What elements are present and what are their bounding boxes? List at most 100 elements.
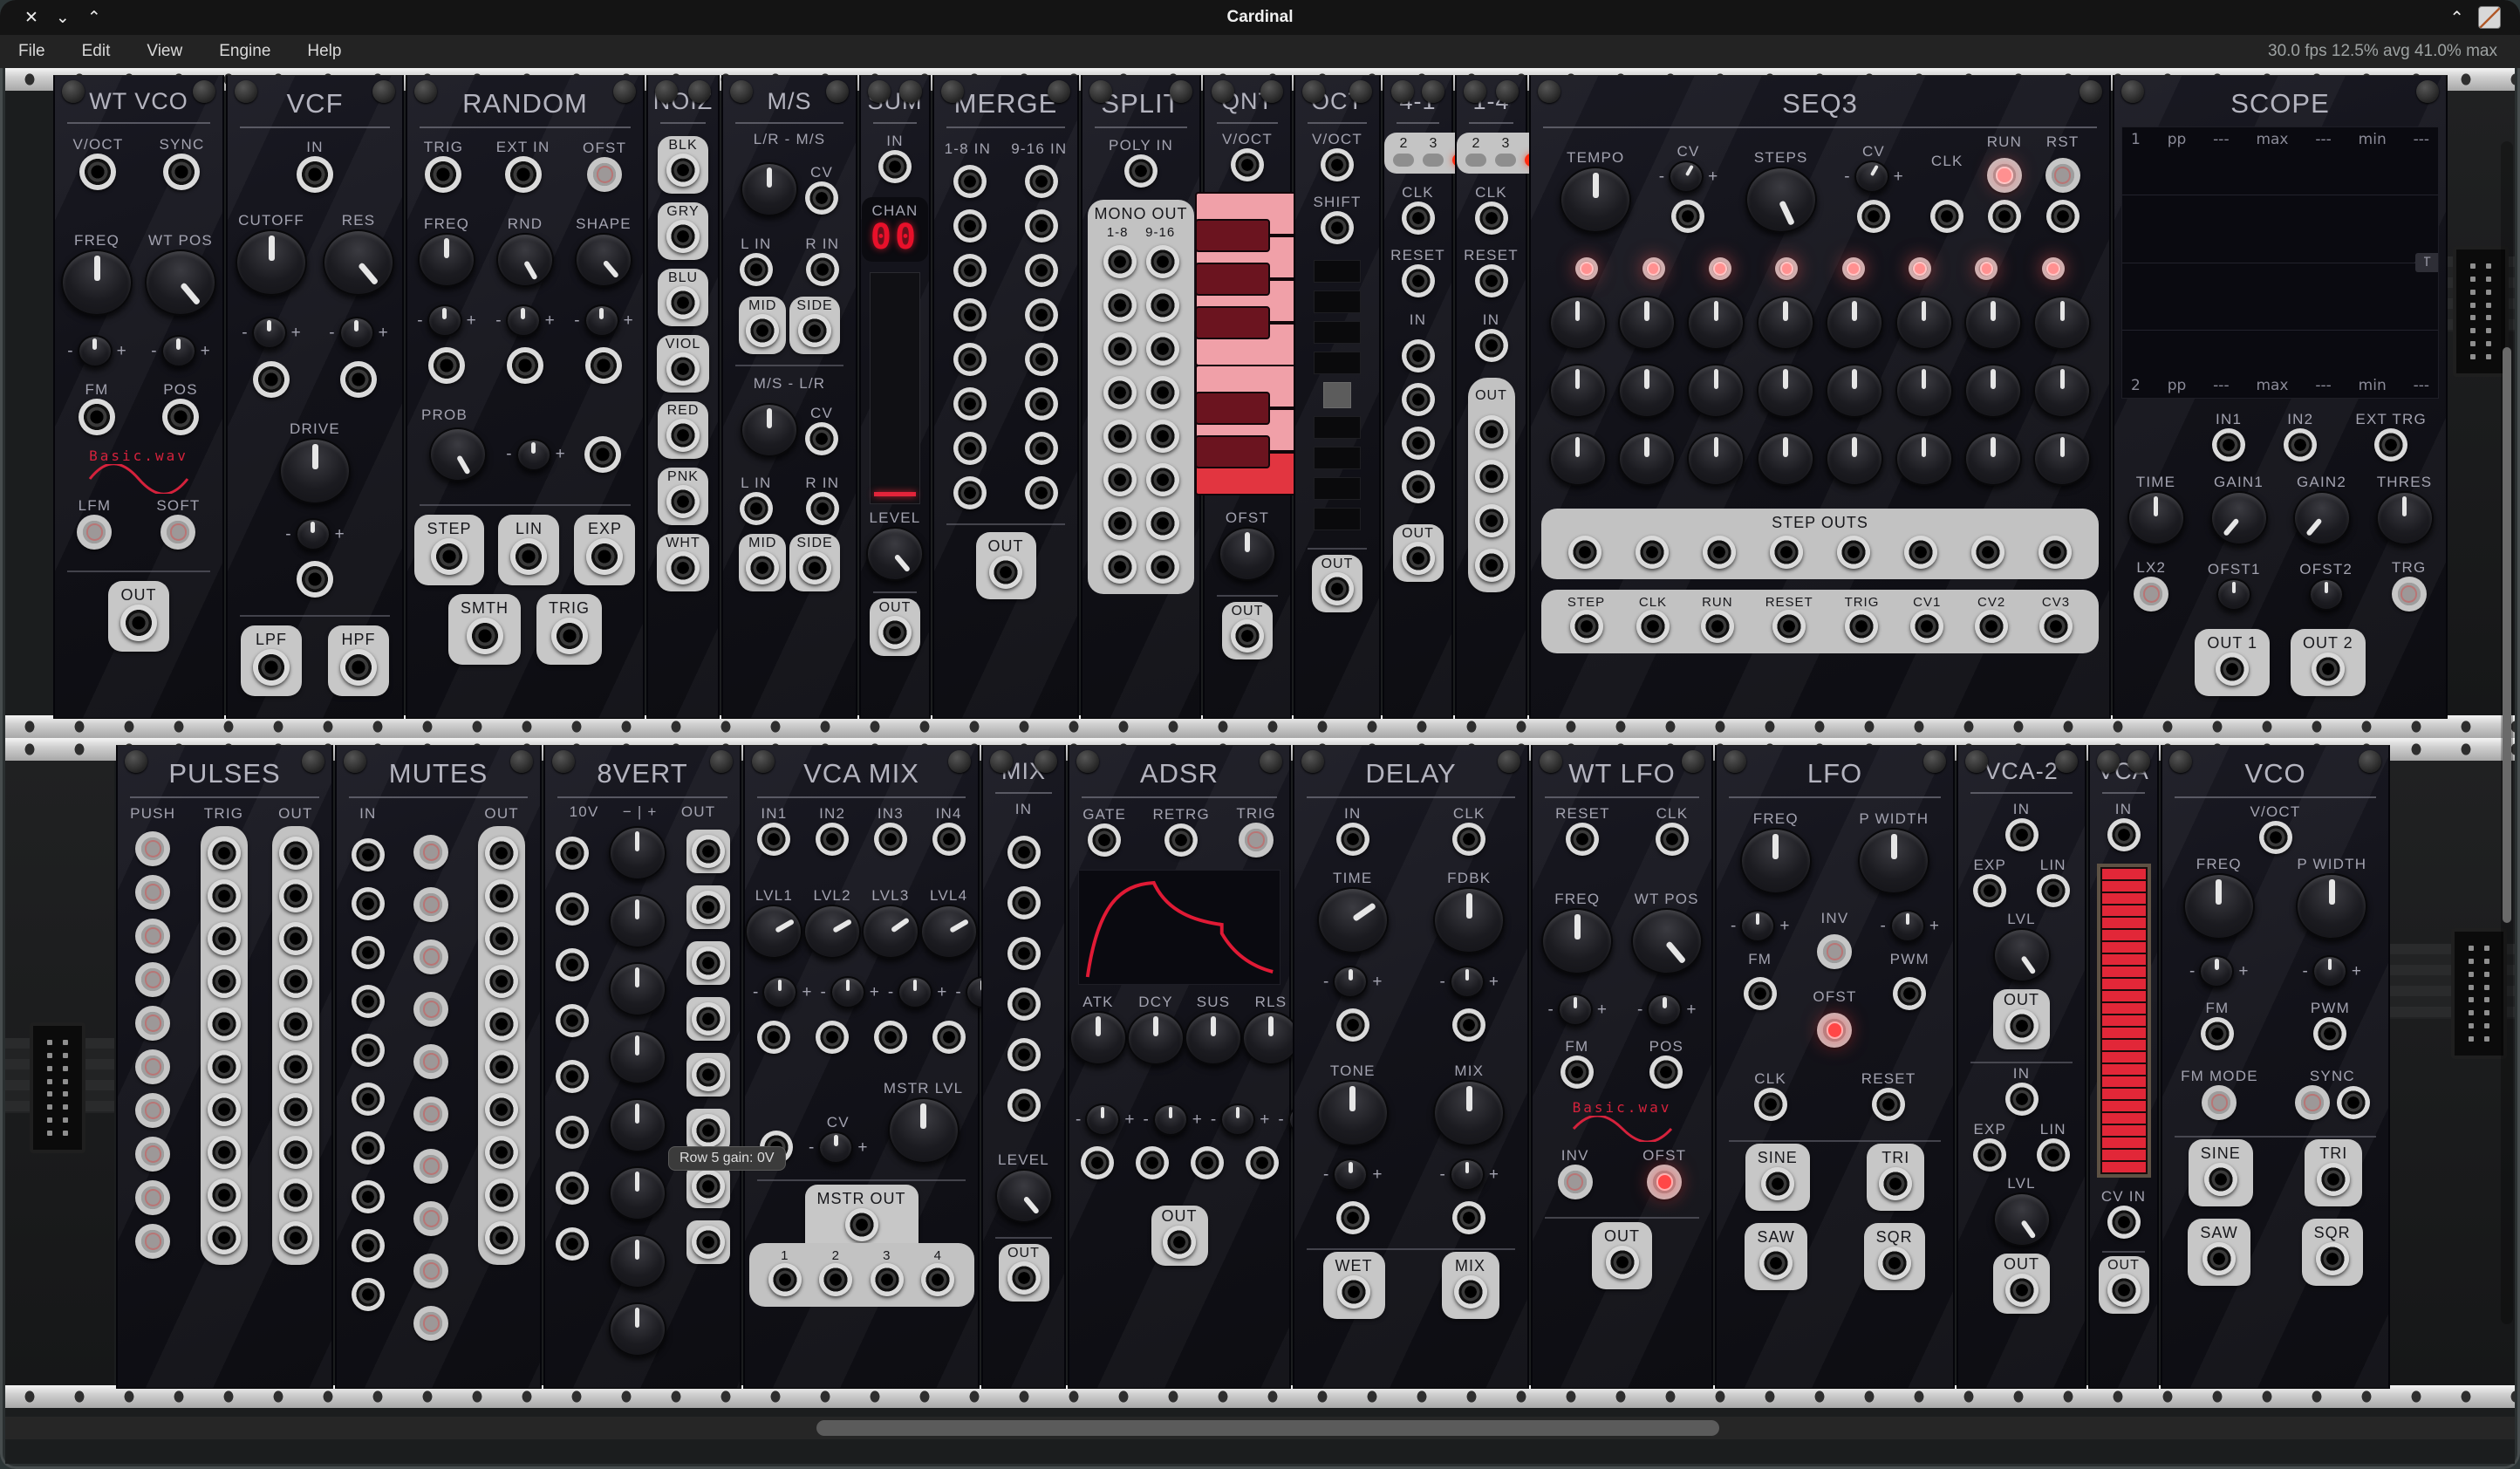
step-led-8[interactable] (2042, 257, 2065, 280)
rnd-knob[interactable] (496, 233, 554, 287)
clk-port[interactable] (1402, 202, 1435, 235)
rst-button[interactable] (2045, 158, 2080, 193)
voct-input-port[interactable] (79, 154, 116, 190)
led-2[interactable] (1393, 154, 1414, 167)
module-vca-mix[interactable]: VCA MIX IN1 IN2 IN3 IN4 LVL1 LVL2 LVL3 L… (743, 745, 980, 1389)
cutoff-cv-port[interactable] (253, 361, 290, 398)
merge-in-port[interactable] (1025, 254, 1058, 287)
fdbk-attenuverter[interactable] (1450, 966, 1485, 998)
shape-knob[interactable] (575, 233, 632, 287)
vert-out-port[interactable] (692, 1002, 725, 1035)
mute-out-port[interactable] (485, 965, 518, 998)
menu-view[interactable]: View (128, 42, 201, 61)
cv1-step-knob[interactable] (1757, 296, 1814, 350)
wtpos-knob[interactable] (1631, 908, 1703, 974)
mute-out-port[interactable] (485, 1136, 518, 1169)
cv3-step-knob[interactable] (1687, 432, 1745, 486)
steps-cv-attenuverter[interactable] (1854, 161, 1889, 193)
thres-knob[interactable] (2376, 491, 2434, 545)
split-out-port[interactable] (1103, 245, 1137, 278)
cv1-port[interactable] (757, 1021, 790, 1054)
red-out-port[interactable] (666, 419, 700, 452)
lvl3-attenuverter[interactable] (898, 976, 932, 1008)
tempo-cv-attenuverter[interactable] (1669, 161, 1704, 193)
reset-port[interactable] (1402, 264, 1435, 297)
step-led-7[interactable] (1975, 257, 1998, 280)
vca-level-meter[interactable] (2097, 864, 2151, 1178)
mute-in-port[interactable] (352, 1131, 385, 1165)
vert-in-port[interactable] (556, 837, 589, 870)
blu-out-port[interactable] (666, 286, 700, 319)
lpf-out-port[interactable] (253, 649, 290, 686)
step-out-port[interactable] (431, 538, 468, 575)
tone-cv-port[interactable] (1336, 1201, 1369, 1234)
rst-port[interactable] (2046, 200, 2080, 233)
exp-port-a[interactable] (1973, 874, 2006, 907)
split-out-port[interactable] (1146, 289, 1179, 322)
cv2-step-knob[interactable] (1757, 364, 1814, 418)
trg-button[interactable] (2392, 577, 2427, 612)
tone-attenuverter[interactable] (1333, 1158, 1368, 1191)
ofst2-knob[interactable] (2309, 578, 2344, 611)
in-port-2[interactable] (1402, 383, 1435, 416)
cutoff-knob[interactable] (236, 229, 307, 296)
vert-gain-knob[interactable] (609, 1098, 666, 1152)
dcy-knob[interactable] (1127, 1011, 1185, 1065)
split-out-port[interactable] (1103, 550, 1137, 584)
vert-in-port[interactable] (556, 1227, 589, 1261)
split-out-port[interactable] (1146, 463, 1179, 496)
step-out-port[interactable] (1770, 536, 1803, 569)
shape-cv-port[interactable] (585, 347, 622, 384)
vert-out-port[interactable] (692, 1114, 725, 1147)
cv2-out-port[interactable] (1975, 610, 2008, 643)
cv2-step-knob[interactable] (1826, 364, 1883, 418)
rack-view[interactable]: WT VCO V/OCT SYNC FREQ WT POS -+ -+ FM P… (5, 68, 2515, 1464)
step-led-6[interactable] (1909, 257, 1931, 280)
ofst-button[interactable] (1817, 1013, 1852, 1048)
cv1-step-knob[interactable] (1549, 296, 1607, 350)
freq-attenuverter[interactable] (78, 335, 113, 367)
ofst-button[interactable] (1647, 1165, 1682, 1199)
l-in-port-2[interactable] (740, 492, 773, 525)
mix-knob[interactable] (1433, 1080, 1505, 1146)
cv1-step-knob[interactable] (1964, 296, 2022, 350)
gate-out-port[interactable] (279, 1093, 312, 1126)
shift-in-port[interactable] (1321, 211, 1354, 244)
split-out-port[interactable] (1103, 376, 1137, 409)
wet-out-port[interactable] (1337, 1275, 1370, 1308)
out-port[interactable] (1402, 542, 1435, 575)
res-cv-port[interactable] (340, 361, 377, 398)
mute-button[interactable] (413, 1044, 448, 1079)
atk-knob[interactable] (1069, 1011, 1127, 1065)
cv1-step-knob[interactable] (1687, 296, 1745, 350)
inv-button[interactable] (1817, 934, 1852, 969)
gate-out-port[interactable] (279, 1008, 312, 1041)
mute-in-port[interactable] (352, 1229, 385, 1262)
wht-out-port[interactable] (666, 551, 700, 584)
quantizer-keyboard[interactable] (1195, 194, 1300, 495)
octave-slot-selected[interactable] (1323, 382, 1351, 408)
module-split[interactable]: SPLIT POLY IN MONO OUT 1-8 9-16 (1081, 75, 1201, 719)
minimize-icon[interactable]: ⌄ (56, 8, 70, 28)
module-merge[interactable]: MERGE 1-8 IN 9-16 IN OUT (932, 75, 1079, 719)
mix-in-port[interactable] (1007, 1089, 1041, 1122)
trig-out-port[interactable] (208, 965, 241, 998)
retrg-port[interactable] (1164, 823, 1198, 857)
mute-out-port[interactable] (485, 879, 518, 912)
step-port[interactable] (1570, 610, 1603, 643)
step-led-4[interactable] (1775, 257, 1798, 280)
wtpos-attenuverter[interactable] (1647, 994, 1682, 1026)
ch4-out-port[interactable] (921, 1263, 954, 1296)
drive-attenuverter[interactable] (296, 518, 331, 550)
mute-in-port[interactable] (352, 1083, 385, 1116)
out-port[interactable] (1007, 1261, 1041, 1295)
lvl1-knob[interactable] (745, 905, 802, 959)
vertical-scrollbar[interactable] (2501, 141, 2513, 1324)
octave-slot[interactable] (1314, 321, 1361, 344)
lin-port-a[interactable] (2037, 874, 2070, 907)
push-button[interactable] (135, 1049, 170, 1084)
mute-button[interactable] (413, 992, 448, 1027)
freq-attenuverter[interactable] (1558, 994, 1593, 1026)
vert-gain-knob[interactable] (609, 962, 666, 1016)
push-button[interactable] (135, 919, 170, 953)
